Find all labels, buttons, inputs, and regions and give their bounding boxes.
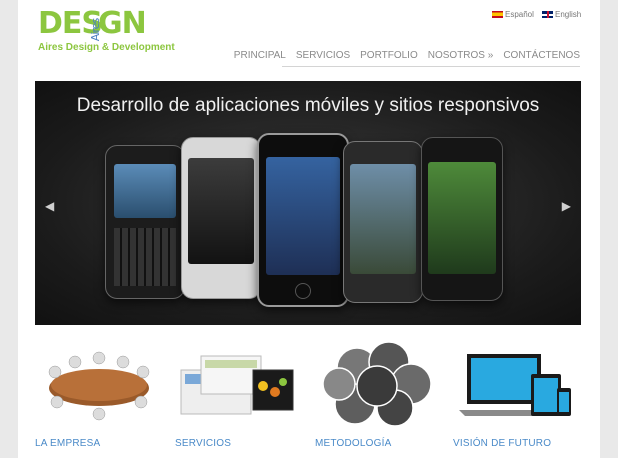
- language-english[interactable]: English: [542, 10, 581, 19]
- slide-caption: Desarrollo de aplicaciones móviles y sit…: [76, 95, 540, 116]
- uk-flag-icon: [542, 11, 553, 18]
- slider-next-arrow-icon[interactable]: ▶: [562, 199, 571, 213]
- language-english-label: English: [555, 10, 582, 19]
- agile-methodologies-image: [315, 340, 439, 428]
- language-spanish[interactable]: Español: [492, 10, 534, 19]
- nav-servicios[interactable]: SERVICIOS: [296, 50, 350, 61]
- feature-metodologia[interactable]: METODOLOGÍA: [315, 340, 445, 449]
- blackberry-phone-image: [105, 145, 185, 299]
- services-screens-image: [175, 340, 299, 428]
- nav-principal[interactable]: PRINCIPAL: [234, 50, 286, 61]
- language-spanish-label: Español: [505, 10, 534, 19]
- meeting-table-image: [35, 340, 159, 428]
- features-row: LA EMPRESA SERVICIOS METODOLOGÍA VISIÓN …: [18, 340, 600, 458]
- nexus-phone-image: [343, 141, 423, 303]
- main-nav: PRINCIPAL SERVICIOS PORTFOLIO NOSOTROS »…: [234, 50, 580, 61]
- feature-title-la-empresa: LA EMPRESA: [35, 438, 101, 449]
- nav-nosotros[interactable]: NOSOTROS »: [428, 50, 494, 61]
- feature-servicios[interactable]: SERVICIOS: [175, 340, 305, 449]
- site-logo[interactable]: DES Aires GN Aires Design & Development: [38, 6, 175, 58]
- devices-image: [453, 340, 577, 428]
- feature-title-servicios: SERVICIOS: [175, 438, 232, 449]
- logo-subtitle: Aires Design & Development: [38, 42, 175, 53]
- hero-slider[interactable]: Desarrollo de aplicaciones móviles y sit…: [35, 81, 581, 325]
- htc-phone-image: [181, 137, 261, 299]
- spain-flag-icon: [492, 11, 503, 18]
- feature-vision-de-futuro[interactable]: VISIÓN DE FUTURO: [453, 340, 583, 449]
- feature-title-metodologia: METODOLOGÍA: [315, 438, 392, 449]
- feature-la-empresa[interactable]: LA EMPRESA: [35, 340, 165, 449]
- feature-title-vision-de-futuro: VISIÓN DE FUTURO: [453, 438, 552, 449]
- nav-contactenos[interactable]: CONTÁCTENOS: [503, 50, 580, 61]
- page: DES Aires GN Aires Design & Development …: [18, 0, 600, 458]
- slider-prev-arrow-icon[interactable]: ◀: [45, 199, 54, 213]
- logo-text-right: GN: [98, 6, 147, 41]
- iphone-image: [257, 133, 349, 307]
- samsung-phone-image: [421, 137, 503, 301]
- nav-divider: [282, 66, 580, 67]
- nav-portfolio[interactable]: PORTFOLIO: [360, 50, 418, 61]
